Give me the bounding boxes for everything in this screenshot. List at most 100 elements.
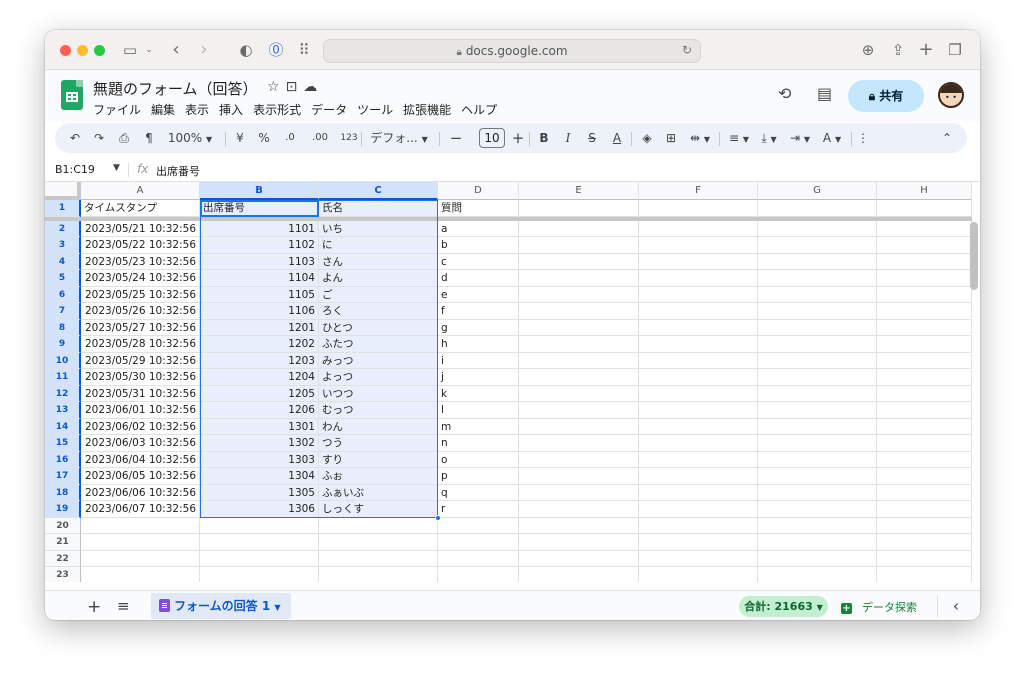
cell[interactable] [319, 550, 438, 567]
cell[interactable]: いち [319, 220, 438, 237]
cell[interactable] [438, 534, 519, 551]
cell[interactable] [877, 567, 972, 582]
row-header[interactable]: 20 [45, 517, 81, 534]
cell[interactable] [758, 220, 877, 237]
cell[interactable]: ふたつ [319, 336, 438, 353]
cell[interactable]: いつつ [319, 385, 438, 402]
cell[interactable]: タイムスタンプ [81, 200, 200, 217]
sidebar-toggle-icon[interactable]: ▭ [119, 38, 141, 62]
cell[interactable]: ふぁいぶ [319, 484, 438, 501]
spreadsheet-grid[interactable]: ABCDEFGH 1 タイムスタンプ 出席番号 氏名 質問 2 2023/05/21 10:… [45, 182, 980, 582]
cell[interactable] [639, 286, 758, 303]
cell[interactable] [319, 534, 438, 551]
cell[interactable] [639, 336, 758, 353]
column-header-g[interactable]: G [758, 182, 877, 200]
star-icon[interactable]: ☆ [267, 79, 286, 95]
password-extension-icon[interactable]: ⓪ [267, 38, 285, 62]
cell[interactable] [639, 220, 758, 237]
cell[interactable] [758, 253, 877, 270]
menu-insert[interactable]: 挿入 [219, 103, 243, 117]
paint-format-icon[interactable]: ¶ [141, 123, 157, 153]
cell[interactable]: 2023/05/21 10:32:56 [81, 220, 200, 237]
cell[interactable]: 2023/05/29 10:32:56 [81, 352, 200, 369]
cell[interactable]: 1105 [200, 286, 319, 303]
menu-extensions[interactable]: 拡張機能 [403, 103, 451, 117]
cell[interactable] [877, 468, 972, 485]
cell[interactable]: 出席番号 [200, 200, 319, 217]
cell[interactable] [877, 418, 972, 435]
column-header-e[interactable]: E [519, 182, 639, 200]
cell[interactable] [200, 517, 319, 534]
cell[interactable] [519, 352, 639, 369]
cell[interactable]: 2023/06/03 10:32:56 [81, 435, 200, 452]
row-header[interactable]: 1 [45, 200, 81, 217]
menu-file[interactable]: ファイル [93, 103, 141, 117]
cell[interactable] [438, 567, 519, 582]
bold-icon[interactable]: B [537, 123, 551, 153]
cell[interactable] [758, 270, 877, 287]
name-box[interactable]: B1:C19 [55, 163, 95, 176]
share-button[interactable]: 🔒︎ 共有 [848, 80, 924, 112]
cell[interactable]: 1305 [200, 484, 319, 501]
column-header-f[interactable]: F [639, 182, 758, 200]
cell[interactable] [639, 237, 758, 254]
cell[interactable]: 2023/05/23 10:32:56 [81, 253, 200, 270]
percent-format-button[interactable]: % [257, 123, 271, 153]
cell[interactable]: 1303 [200, 451, 319, 468]
cell[interactable] [758, 402, 877, 419]
cell[interactable] [758, 352, 877, 369]
cell[interactable] [877, 534, 972, 551]
borders-icon[interactable]: ⊞ [663, 123, 679, 153]
version-history-icon[interactable]: ⟲ [778, 84, 791, 103]
cell[interactable] [81, 534, 200, 551]
font-select[interactable]: デフォ... ▼ [367, 123, 431, 153]
cell[interactable]: ふぉ [319, 468, 438, 485]
row-header[interactable]: 22 [45, 550, 81, 567]
cell[interactable] [639, 567, 758, 582]
formula-input[interactable]: 出席番号 [156, 163, 200, 179]
cell[interactable] [519, 484, 639, 501]
row-header[interactable]: 8 [45, 319, 81, 336]
menu-help[interactable]: ヘルプ [461, 103, 497, 117]
chevron-down-icon[interactable]: ▼ [113, 163, 120, 173]
cell[interactable]: 2023/06/02 10:32:56 [81, 418, 200, 435]
text-color-icon[interactable]: A [609, 123, 625, 153]
cell[interactable]: q [438, 484, 519, 501]
cell[interactable]: 2023/05/25 10:32:56 [81, 286, 200, 303]
tab-overview-icon[interactable]: ⠿ [295, 38, 313, 62]
horizontal-align-icon[interactable]: ≡ ▼ [725, 123, 753, 153]
downloads-icon[interactable]: ⊕ [859, 38, 877, 62]
cell[interactable] [639, 435, 758, 452]
cell[interactable]: 2023/05/22 10:32:56 [81, 237, 200, 254]
cell[interactable]: 2023/05/31 10:32:56 [81, 385, 200, 402]
cell[interactable] [81, 567, 200, 582]
menu-tools[interactable]: ツール [357, 103, 393, 117]
cell[interactable]: l [438, 402, 519, 419]
address-bar[interactable]: 🔒︎ docs.google.com ↻ [323, 39, 701, 63]
cell[interactable]: 2023/06/06 10:32:56 [81, 484, 200, 501]
cell[interactable] [877, 220, 972, 237]
cell[interactable]: ご [319, 286, 438, 303]
print-icon[interactable]: ⎙ [115, 123, 133, 153]
cloud-status-icon[interactable]: ☁ [303, 79, 323, 95]
cell[interactable] [200, 550, 319, 567]
cell[interactable]: 1302 [200, 435, 319, 452]
cell[interactable] [877, 253, 972, 270]
merge-cells-icon[interactable]: ⇹ ▼ [685, 123, 715, 153]
cell[interactable]: しっくす [319, 501, 438, 518]
side-panel-toggle-icon[interactable]: ‹ [953, 597, 959, 615]
cell[interactable]: 2023/05/28 10:32:56 [81, 336, 200, 353]
cell[interactable] [758, 385, 877, 402]
cell[interactable] [639, 270, 758, 287]
row-header[interactable]: 17 [45, 468, 81, 485]
frozen-row-divider[interactable] [45, 217, 972, 221]
cell[interactable] [877, 303, 972, 320]
cell[interactable] [877, 270, 972, 287]
row-header[interactable]: 5 [45, 270, 81, 287]
undo-icon[interactable]: ↶ [67, 123, 83, 153]
forward-icon[interactable]: › [195, 38, 213, 62]
cell[interactable] [639, 517, 758, 534]
row-header[interactable]: 2 [45, 220, 81, 237]
cell[interactable]: 1204 [200, 369, 319, 386]
cell[interactable] [877, 352, 972, 369]
